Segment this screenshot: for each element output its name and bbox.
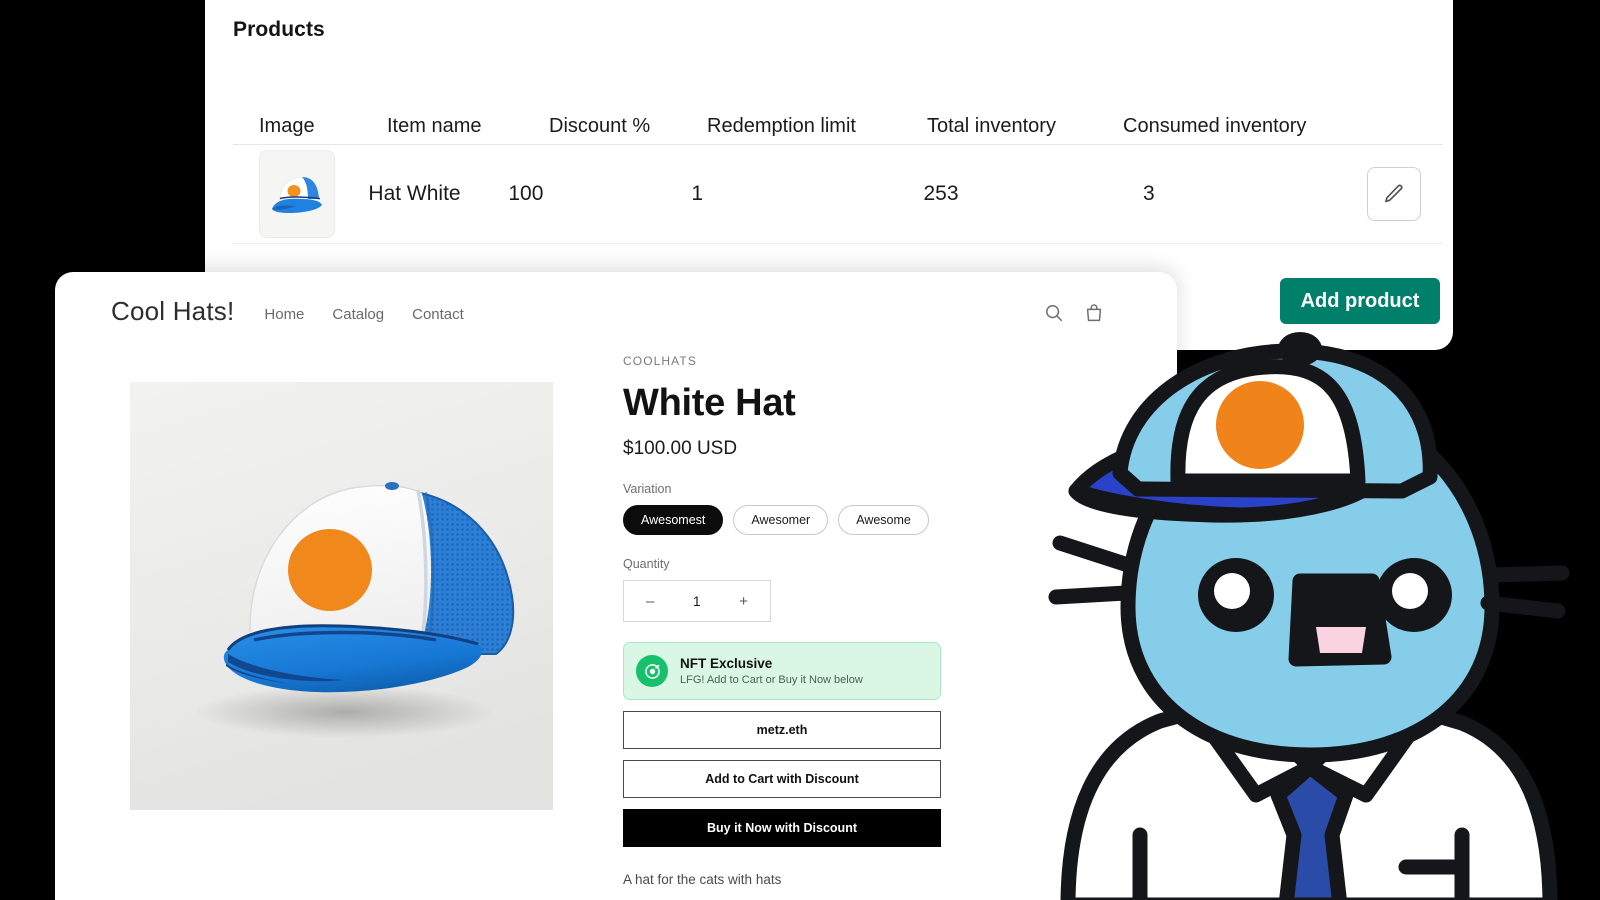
quantity-decrease-button[interactable]: –	[640, 592, 660, 611]
column-header-redemption-limit: Redemption limit	[707, 115, 856, 137]
product-title: White Hat	[623, 382, 796, 424]
storefront-preview-card: Cool Hats! Home Catalog Contact COOLHATS…	[55, 272, 1177, 900]
screenshot-stage: Products Image Item name Discount % Rede…	[0, 0, 1600, 900]
hat-thumbnail	[259, 150, 335, 238]
add-to-cart-button[interactable]: Add to Cart with Discount	[623, 760, 941, 798]
variation-option-awesome[interactable]: Awesome	[838, 505, 929, 535]
column-header-consumed-inventory: Consumed inventory	[1123, 115, 1307, 137]
store-logo-text[interactable]: Cool Hats!	[111, 296, 234, 327]
quantity-stepper[interactable]: – 1 +	[623, 580, 771, 622]
products-table: Image Item name Discount % Redemption li…	[233, 90, 1443, 244]
table-header-row: Image Item name Discount % Redemption li…	[233, 90, 1443, 145]
column-header-image: Image	[259, 115, 315, 137]
cell-total-inventory: 253	[923, 182, 959, 205]
buy-it-now-button[interactable]: Buy it Now with Discount	[623, 809, 941, 847]
column-header-item-name: Item name	[387, 115, 482, 137]
store-header-icons	[1043, 298, 1105, 324]
product-price: $100.00 USD	[623, 438, 738, 459]
cell-redemption-limit: 1	[691, 182, 704, 205]
nft-target-icon	[644, 663, 660, 679]
hat-thumbnail-image	[260, 151, 334, 237]
pencil-icon	[1385, 184, 1403, 203]
nft-exclusive-banner: NFT Exclusive LFG! Add to Cart or Buy it…	[623, 642, 941, 700]
add-product-button[interactable]: Add product	[1280, 278, 1440, 324]
nav-link-catalog[interactable]: Catalog	[332, 306, 384, 323]
variation-options: Awesomest Awesomer Awesome	[623, 505, 953, 535]
product-description: A hat for the cats with hats	[623, 872, 782, 887]
variation-option-awesomest[interactable]: Awesomest	[623, 505, 724, 535]
product-image[interactable]	[130, 382, 553, 810]
nft-banner-title: NFT Exclusive	[680, 656, 773, 671]
cell-image	[233, 150, 368, 238]
variation-option-awesomer[interactable]: Awesomer	[733, 505, 829, 535]
quantity-increase-button[interactable]: +	[733, 592, 754, 611]
shopping-bag-icon[interactable]	[1083, 302, 1105, 324]
nav-link-contact[interactable]: Contact	[412, 306, 464, 323]
variation-label: Variation	[623, 482, 672, 496]
product-vendor: COOLHATS	[623, 354, 697, 368]
product-info: COOLHATS White Hat $100.00 USD Variation…	[623, 354, 953, 887]
quantity-value: 1	[692, 593, 701, 609]
nft-banner-text: NFT Exclusive LFG! Add to Cart or Buy it…	[680, 656, 863, 686]
page-title: Products	[233, 18, 325, 41]
column-header-total-inventory: Total inventory	[927, 115, 1056, 137]
search-icon[interactable]	[1043, 302, 1065, 324]
nft-banner-subtitle: LFG! Add to Cart or Buy it Now below	[680, 674, 863, 686]
nft-badge-icon	[636, 655, 668, 687]
edit-product-button[interactable]	[1367, 167, 1421, 221]
cell-consumed-inventory: 3	[1143, 182, 1155, 205]
column-header-discount: Discount %	[549, 115, 651, 137]
product-hat-photo	[130, 382, 553, 810]
table-row: Hat White 100 1 253 3	[233, 145, 1443, 244]
wallet-address-button[interactable]: metz.eth	[623, 711, 941, 749]
cell-discount: 100	[508, 182, 544, 205]
cell-actions	[1367, 167, 1443, 221]
quantity-label: Quantity	[623, 557, 670, 571]
store-nav: Home Catalog Contact	[264, 300, 463, 323]
store-header: Cool Hats! Home Catalog Contact	[55, 272, 1177, 350]
nav-link-home[interactable]: Home	[264, 306, 304, 323]
cell-item-name: Hat White	[368, 182, 461, 205]
